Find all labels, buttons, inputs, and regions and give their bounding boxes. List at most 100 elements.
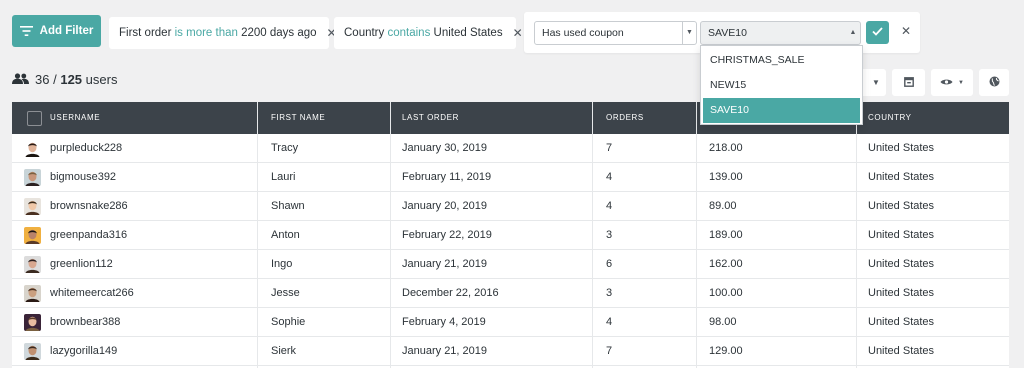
- column-visibility-button[interactable]: ▼: [931, 69, 973, 96]
- cell-first-name: Tracy: [271, 142, 299, 154]
- table-row[interactable]: greenpanda316 Anton February 22, 2019 3 189.…: [12, 221, 1009, 250]
- cell-username[interactable]: lazygorilla149: [50, 337, 117, 366]
- count-separator: /: [53, 72, 57, 87]
- cell-country: United States: [868, 316, 935, 328]
- cell-country: United States: [868, 345, 935, 357]
- table-row[interactable]: whitemeercat266 Jesse December 22, 2016 3 10…: [12, 279, 1009, 308]
- select-all-checkbox[interactable]: [27, 111, 42, 126]
- table-row[interactable]: bigmouse392 Lauri February 11, 2019 4 139.00…: [12, 163, 1009, 192]
- cell-total: 162.00: [709, 258, 743, 270]
- cell-total: 139.00: [709, 171, 743, 183]
- coupon-select[interactable]: SAVE10 ▲: [700, 21, 861, 45]
- column-divider: [856, 102, 857, 368]
- filter-chip-first-order[interactable]: First order is more than 2200 days ago ✕: [109, 17, 337, 49]
- cell-first-name: Jesse: [271, 287, 300, 299]
- cell-country: United States: [868, 171, 935, 183]
- avatar: [24, 285, 41, 302]
- filter-chip-country[interactable]: Country contains United States ✕: [334, 17, 523, 49]
- cell-country: United States: [868, 142, 935, 154]
- column-header-last-order[interactable]: LAST ORDER: [402, 102, 459, 134]
- cell-last-order: January 21, 2019: [402, 258, 488, 270]
- cell-username[interactable]: brownsnake286: [50, 192, 128, 221]
- cell-orders: 4: [606, 316, 613, 328]
- filter-value: United States: [433, 27, 503, 39]
- globe-icon: [989, 76, 1000, 89]
- avatar: [24, 140, 41, 157]
- cell-orders: 3: [606, 229, 613, 241]
- cell-last-order: February 11, 2019: [402, 171, 492, 183]
- filter-field: Country: [344, 27, 385, 39]
- column-divider: [592, 102, 593, 368]
- remove-filter-close-icon[interactable]: ✕: [513, 26, 523, 40]
- cell-country: United States: [868, 229, 935, 241]
- table-row[interactable]: brownsnake286 Shawn January 20, 2019 4 89.00…: [12, 192, 1009, 221]
- cell-first-name: Sierk: [271, 345, 297, 357]
- user-count: 36 / 125 users: [12, 72, 117, 87]
- avatar: [24, 314, 41, 331]
- avatar: [24, 169, 41, 186]
- coupon-dropdown: CHRISTMAS_SALE NEW15 SAVE10: [700, 45, 863, 125]
- filter-value: 2200 days ago: [241, 27, 317, 39]
- dropdown-option[interactable]: CHRISTMAS_SALE: [703, 48, 860, 73]
- cell-last-order: January 20, 2019: [402, 200, 488, 212]
- avatar: [24, 343, 41, 360]
- cell-username[interactable]: whitemeercat266: [50, 279, 134, 308]
- cell-orders: 4: [606, 200, 613, 212]
- cell-last-order: February 4, 2019: [402, 316, 486, 328]
- filter-field-select[interactable]: Has used coupon ▼: [534, 21, 697, 45]
- table-row[interactable]: lazygorilla149 Sierk January 21, 2019 7 129.…: [12, 337, 1009, 366]
- globe-button[interactable]: [979, 69, 1009, 96]
- cell-username[interactable]: brownbear388: [50, 308, 120, 337]
- cell-orders: 7: [606, 142, 613, 154]
- cell-orders: 7: [606, 345, 613, 357]
- cell-total: 189.00: [709, 229, 743, 241]
- table-row[interactable]: purpleduck228 Tracy January 30, 2019 7 218.0…: [12, 134, 1009, 163]
- column-header-orders[interactable]: ORDERS: [606, 102, 644, 134]
- cell-total: 100.00: [709, 287, 743, 299]
- add-filter-label: Add Filter: [39, 25, 94, 37]
- cell-total: 89.00: [709, 200, 737, 212]
- eye-icon: [940, 78, 953, 88]
- cell-orders: 3: [606, 287, 613, 299]
- caret-up-icon: ▲: [849, 29, 857, 36]
- cell-last-order: January 30, 2019: [402, 142, 488, 154]
- dropdown-option[interactable]: NEW15: [703, 73, 860, 98]
- add-filter-button[interactable]: Add Filter: [12, 15, 101, 47]
- apply-filter-button[interactable]: [866, 21, 889, 44]
- cell-last-order: February 22, 2019: [402, 229, 492, 241]
- column-header-first-name[interactable]: FIRST NAME: [271, 102, 325, 134]
- cancel-filter-close-icon[interactable]: ✕: [901, 24, 911, 38]
- coupon-select-value: SAVE10: [708, 27, 747, 39]
- avatar: [24, 256, 41, 273]
- column-header-country[interactable]: COUNTRY: [868, 102, 912, 134]
- cell-orders: 4: [606, 171, 613, 183]
- filter-field-value: Has used coupon: [542, 27, 624, 39]
- column-header-username[interactable]: USERNAME: [50, 102, 100, 134]
- filter-field: First order: [119, 27, 172, 39]
- filter-operator: contains: [387, 27, 431, 39]
- avatar: [24, 227, 41, 244]
- cell-first-name: Shawn: [271, 200, 305, 212]
- check-icon: [872, 26, 883, 39]
- export-button[interactable]: [892, 69, 925, 96]
- column-divider: [696, 102, 697, 368]
- cell-country: United States: [868, 287, 935, 299]
- total-count: 125: [60, 72, 83, 87]
- cell-first-name: Lauri: [271, 171, 296, 183]
- cell-username[interactable]: bigmouse392: [50, 163, 116, 192]
- table-row[interactable]: brownbear388 Sophie February 4, 2019 4 98.00…: [12, 308, 1009, 337]
- dropdown-option-selected[interactable]: SAVE10: [703, 98, 860, 123]
- users-icon: [12, 72, 29, 87]
- cell-country: United States: [868, 258, 935, 270]
- table-row[interactable]: greenlion112 Ingo January 21, 2019 6 162.00 U…: [12, 250, 1009, 279]
- cell-username[interactable]: greenpanda316: [50, 221, 127, 250]
- cell-total: 98.00: [709, 316, 737, 328]
- users-table: USERNAME FIRST NAME LAST ORDER ORDERS CO…: [12, 102, 1009, 368]
- cell-last-order: January 21, 2019: [402, 345, 488, 357]
- cell-username[interactable]: greenlion112: [50, 250, 113, 279]
- caret-down-icon: ▼: [958, 79, 964, 86]
- cell-username[interactable]: purpleduck228: [50, 134, 122, 163]
- cell-country: United States: [868, 200, 935, 212]
- column-divider: [390, 102, 391, 368]
- cell-first-name: Anton: [271, 229, 300, 241]
